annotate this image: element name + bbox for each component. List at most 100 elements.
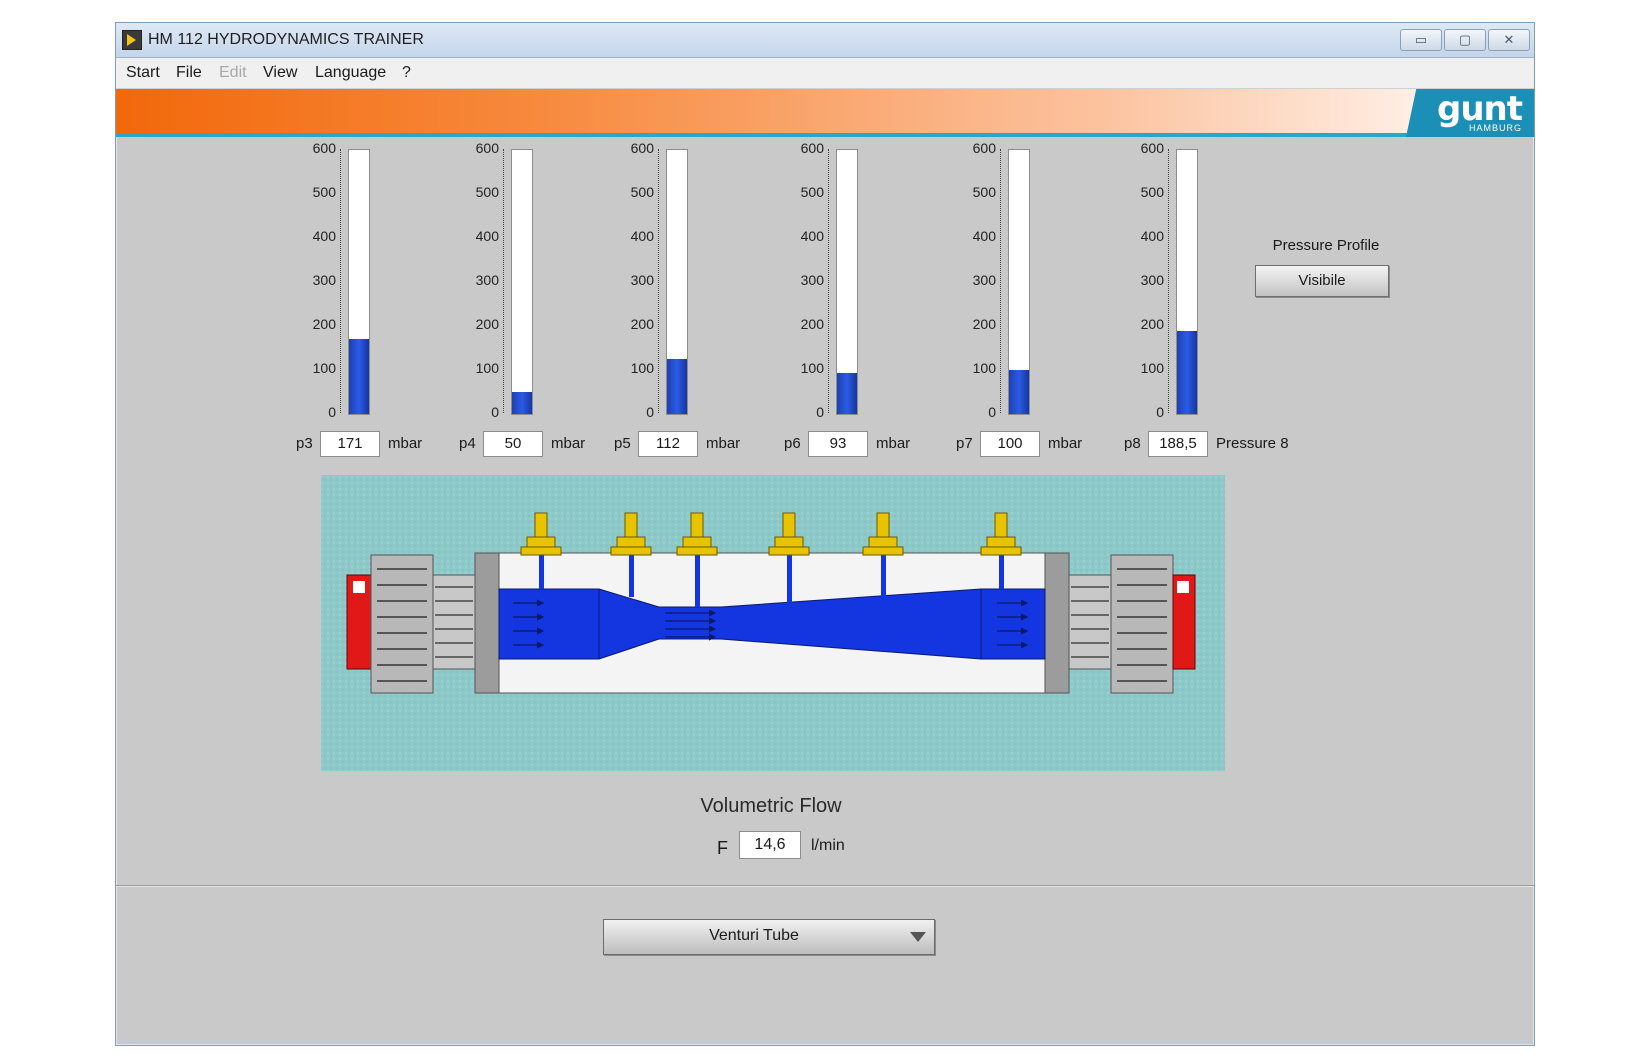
gauge-tube	[511, 149, 533, 415]
scale-tick-label: 400	[800, 228, 824, 244]
gauge-value-field[interactable]: 50	[483, 431, 543, 457]
scale-tick-label: 300	[630, 272, 654, 288]
close-button[interactable]: ✕	[1488, 29, 1530, 51]
gauge-value-field[interactable]: 112	[638, 431, 698, 457]
scale-ticks	[340, 149, 341, 413]
gauge-p3: 600 500 400 300 200 100 0 p3 171 mbar	[296, 140, 476, 471]
pressure-profile-button[interactable]: Visibile	[1255, 265, 1389, 297]
gauge-label: p3	[296, 435, 313, 452]
app-icon	[122, 30, 142, 50]
scale-tick-label: 100	[630, 360, 654, 376]
scale-ticks	[828, 149, 829, 413]
scale-tick-label: 400	[972, 228, 996, 244]
scale-tick-label: 100	[312, 360, 336, 376]
scale-ticks	[658, 149, 659, 413]
volumetric-flow-label: Volumetric Flow	[700, 795, 842, 817]
app-window: HM 112 HYDRODYNAMICS TRAINER ▭ ▢ ✕ Start…	[115, 22, 1535, 1046]
gauge-p4: 600 500 400 300 200 100 0 p4 50 mbar	[459, 140, 639, 471]
scale-tick-label: 600	[800, 140, 824, 156]
menu-help[interactable]: ?	[402, 64, 411, 82]
scale-tick-label: 500	[1140, 184, 1164, 200]
gauge-tube	[1176, 149, 1198, 415]
gauge-label: p6	[784, 435, 801, 452]
scale-tick-label: 500	[475, 184, 499, 200]
maximize-button[interactable]: ▢	[1444, 29, 1486, 51]
scale-tick-label: 100	[800, 360, 824, 376]
gauge-fill	[349, 338, 369, 414]
gauge-unit: mbar	[706, 435, 741, 452]
menu-edit[interactable]: Edit	[219, 64, 247, 82]
gauge-unit: mbar	[1048, 435, 1083, 452]
gauge-fill	[1009, 370, 1029, 414]
gauge-value-field[interactable]: 100	[980, 431, 1040, 457]
scale-tick-label: 500	[800, 184, 824, 200]
scale-ticks	[1168, 149, 1169, 413]
scale-tick-label: 500	[312, 184, 336, 200]
scale-tick-label: 600	[475, 140, 499, 156]
scale-tick-label: 600	[312, 140, 336, 156]
venturi-tube-diagram	[321, 475, 1225, 771]
gauge-label: p5	[614, 435, 631, 452]
menu-start[interactable]: Start	[126, 64, 160, 82]
scale-tick-label: 0	[816, 404, 824, 420]
banner-stripe	[116, 133, 1534, 137]
flow-value-field[interactable]: 14,6	[739, 831, 801, 859]
gauge-tube	[836, 149, 858, 415]
logo-subtext: HAMBURG	[1468, 123, 1522, 133]
pressure-profile-label: Pressure Profile	[1272, 237, 1380, 254]
scale-tick-label: 500	[972, 184, 996, 200]
scale-tick-label: 400	[630, 228, 654, 244]
scale-tick-label: 200	[800, 316, 824, 332]
scale-tick-label: 100	[972, 360, 996, 376]
flow-symbol: F	[717, 838, 728, 858]
scale-tick-label: 600	[972, 140, 996, 156]
scale-tick-label: 300	[800, 272, 824, 288]
gauge-tube	[1008, 149, 1030, 415]
dropdown-arrow-icon[interactable]	[910, 932, 926, 942]
scale-tick-label: 200	[972, 316, 996, 332]
scale-tick-label: 200	[312, 316, 336, 332]
gauge-fill	[837, 373, 857, 414]
scale-tick-label: 0	[646, 404, 654, 420]
gauge-fill	[1177, 331, 1197, 414]
menu-file[interactable]: File	[176, 64, 202, 82]
window-title: HM 112 HYDRODYNAMICS TRAINER	[148, 31, 424, 48]
scale-tick-label: 500	[630, 184, 654, 200]
gauge-fill	[512, 392, 532, 414]
scale-tick-label: 600	[1140, 140, 1164, 156]
menu-view[interactable]: View	[263, 64, 297, 82]
gauge-fill	[667, 359, 687, 414]
scale-ticks	[503, 149, 504, 413]
gauge-value-field[interactable]: 188,5	[1148, 431, 1208, 457]
experiment-select[interactable]: Venturi Tube	[603, 919, 935, 955]
gauge-value-field[interactable]: 171	[320, 431, 380, 457]
gauge-tube	[666, 149, 688, 415]
scale-tick-label: 200	[1140, 316, 1164, 332]
scale-tick-label: 300	[312, 272, 336, 288]
scale-ticks	[1000, 149, 1001, 413]
scale-tick-label: 600	[630, 140, 654, 156]
gauge-label: p8	[1124, 435, 1141, 452]
gunt-logo: gunt HAMBURG	[1406, 89, 1534, 137]
scale-tick-label: 0	[988, 404, 996, 420]
menu-language[interactable]: Language	[315, 64, 386, 82]
scale-tick-label: 400	[475, 228, 499, 244]
gauge-p8: 600 500 400 300 200 100 0 p8 188,5 Pressure 8	[1124, 140, 1304, 471]
gauge-unit: mbar	[551, 435, 586, 452]
experiment-select-value: Venturi Tube	[709, 927, 799, 944]
scale-tick-label: 200	[475, 316, 499, 332]
scale-tick-label: 100	[475, 360, 499, 376]
scale-tick-label: 200	[630, 316, 654, 332]
gauge-value-field[interactable]: 93	[808, 431, 868, 457]
menu-bar: Start File Edit View Language ?	[116, 58, 1534, 89]
gauge-label: p7	[956, 435, 973, 452]
header-banner	[116, 89, 1534, 133]
scale-tick-label: 400	[1140, 228, 1164, 244]
scale-tick-label: 300	[475, 272, 499, 288]
gauge-p5: 600 500 400 300 200 100 0 p5 112 mbar	[614, 140, 794, 471]
flow-unit: l/min	[811, 837, 845, 854]
gauge-label: p4	[459, 435, 476, 452]
minimize-button[interactable]: ▭	[1400, 29, 1442, 51]
scale-tick-label: 0	[491, 404, 499, 420]
gauge-unit: mbar	[388, 435, 423, 452]
